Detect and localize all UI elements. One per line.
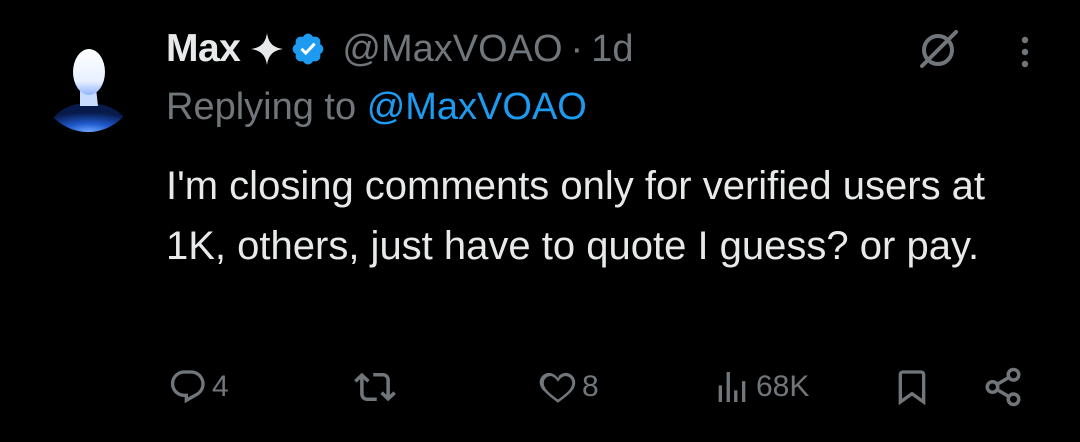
author-name[interactable]: Max	[166, 27, 241, 71]
like-button[interactable]: 8	[538, 362, 599, 412]
retweet-button[interactable]	[354, 362, 400, 412]
verified-badge-icon[interactable]	[290, 31, 326, 67]
tweet-header: Max @MaxVOAO · 1d	[166, 24, 633, 74]
heart-icon	[539, 372, 576, 403]
separator-dot: ·	[570, 27, 584, 70]
analytics-icon	[718, 372, 746, 402]
bookmark-icon	[898, 370, 926, 406]
timestamp[interactable]: 1d	[591, 28, 633, 71]
profile-silhouette-icon	[40, 36, 136, 132]
retweet-icon	[354, 372, 396, 402]
like-count: 8	[582, 370, 599, 403]
tweet-text: I'm closing comments only for verified u…	[166, 164, 986, 268]
share-icon	[985, 367, 1021, 407]
avatar[interactable]	[40, 36, 136, 132]
views-button[interactable]: 68K	[712, 362, 809, 412]
reply-icon	[170, 370, 205, 404]
replying-to-label: Replying to	[166, 86, 357, 128]
more-options-icon[interactable]	[1010, 32, 1040, 72]
replying-to: Replying to @MaxVOAO	[166, 86, 587, 129]
grok-icon[interactable]	[916, 26, 962, 72]
author-handle[interactable]: @MaxVOAO	[342, 28, 562, 71]
views-count: 68K	[756, 370, 810, 403]
reply-button[interactable]: 4	[168, 362, 229, 412]
replying-to-mention[interactable]: @MaxVOAO	[367, 86, 587, 128]
bookmark-button[interactable]	[892, 362, 932, 412]
reply-count: 4	[212, 370, 229, 403]
sparkle-icon	[250, 32, 284, 66]
share-button[interactable]	[982, 362, 1024, 412]
action-bar: 4 8 68K	[0, 362, 1080, 412]
